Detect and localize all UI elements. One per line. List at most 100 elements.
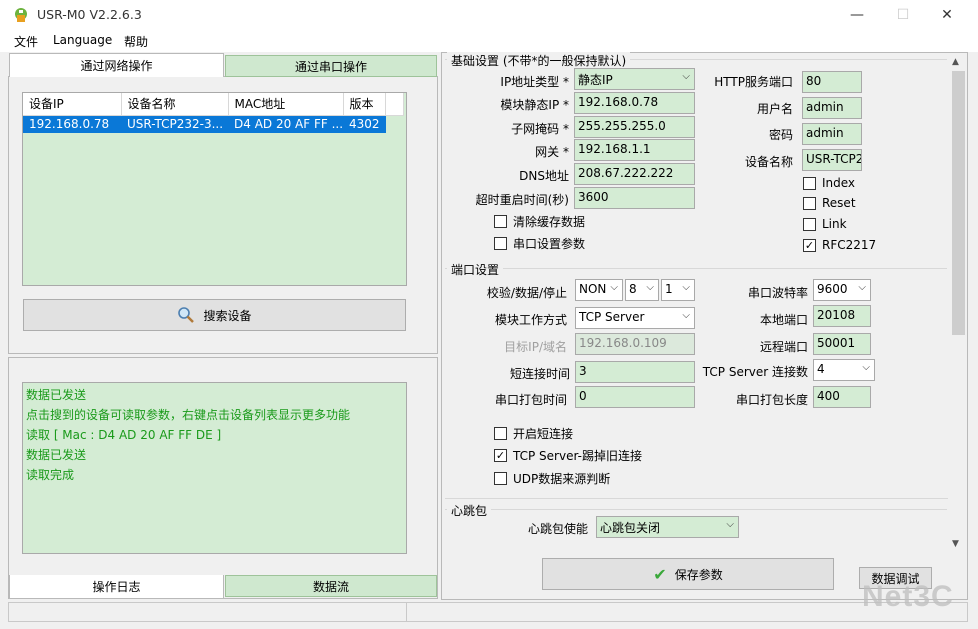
stop-bits-select[interactable]: 1 ⌵ bbox=[661, 279, 695, 301]
connection-count-value: 4 bbox=[817, 362, 825, 376]
link-checkbox[interactable]: Link bbox=[803, 217, 847, 231]
scroll-down-icon[interactable]: ▼ bbox=[952, 539, 959, 549]
menu-file[interactable]: 文件 bbox=[14, 33, 38, 50]
chevron-down-icon: ⌵ bbox=[610, 282, 618, 293]
rfc2217-label: RFC2217 bbox=[822, 238, 877, 252]
short-conn-time-field[interactable]: 3 bbox=[575, 361, 695, 383]
table-cell: 4302 bbox=[343, 115, 386, 133]
minimize-button[interactable]: — bbox=[834, 0, 880, 30]
checkbox-box bbox=[803, 217, 816, 231]
pack-time-label: 串口打包时间 bbox=[494, 393, 567, 407]
column-header[interactable]: MAC地址 bbox=[228, 93, 344, 116]
close-button[interactable]: ✕ bbox=[924, 0, 970, 30]
settings-scrollbar[interactable]: ▲ ▼ bbox=[950, 55, 967, 551]
pack-time-field[interactable]: 0 bbox=[575, 386, 695, 408]
username-label: 用户名 bbox=[756, 102, 793, 116]
table-cell: USR-TCP232-3... bbox=[121, 115, 228, 133]
username-field[interactable]: admin bbox=[802, 97, 862, 119]
tab-data-stream[interactable]: 数据流 bbox=[225, 575, 437, 597]
tab-network[interactable]: 通过网络操作 bbox=[9, 53, 224, 77]
baud-rate-label: 串口波特率 bbox=[747, 286, 808, 300]
scroll-thumb[interactable] bbox=[952, 71, 965, 335]
kick-old-connection-label: TCP Server-踢掉旧连接 bbox=[513, 449, 642, 463]
remote-port-label: 远程端口 bbox=[759, 340, 808, 354]
udp-source-checkbox[interactable]: UDP数据来源判断 bbox=[494, 470, 610, 487]
subnet-mask-field[interactable]: 255.255.255.0 bbox=[574, 116, 695, 138]
device-list[interactable]: 设备IP 设备名称 MAC地址 版本 192.168.0.78 USR-TCP2… bbox=[22, 92, 407, 286]
kick-old-connection-checkbox[interactable]: ✓ TCP Server-踢掉旧连接 bbox=[494, 447, 642, 464]
column-header[interactable]: 版本 bbox=[343, 93, 387, 116]
static-ip-field[interactable]: 192.168.0.78 bbox=[574, 92, 695, 114]
status-divider bbox=[406, 603, 407, 621]
status-bar bbox=[8, 602, 968, 622]
restart-timeout-field[interactable]: 3600 bbox=[574, 187, 695, 209]
parity-value: NON bbox=[579, 282, 607, 296]
work-mode-label: 模块工作方式 bbox=[494, 313, 567, 327]
subnet-mask-label: 子网掩码 * bbox=[511, 122, 569, 136]
parity-select[interactable]: NON ⌵ bbox=[575, 279, 623, 301]
search-icon bbox=[178, 307, 195, 323]
rfc2217-checkbox[interactable]: ✓ RFC2217 bbox=[803, 238, 876, 252]
save-params-button[interactable]: ✔ 保存参数 bbox=[542, 558, 834, 590]
clear-cache-checkbox[interactable]: 清除缓存数据 bbox=[494, 213, 585, 230]
checkmark-icon: ✔ bbox=[653, 564, 667, 584]
checkbox-box bbox=[494, 215, 507, 228]
checkbox-box bbox=[494, 427, 507, 440]
search-devices-button[interactable]: 搜索设备 bbox=[23, 299, 406, 331]
serial-params-checkbox[interactable]: 串口设置参数 bbox=[494, 235, 585, 252]
index-checkbox[interactable]: Index bbox=[803, 176, 855, 190]
work-mode-select[interactable]: TCP Server ⌵ bbox=[575, 307, 695, 329]
remote-port-field[interactable]: 50001 bbox=[813, 333, 871, 355]
gateway-label: 网关 * bbox=[535, 145, 569, 159]
pack-length-field[interactable]: 400 bbox=[813, 386, 871, 408]
serial-params-label: 串口设置参数 bbox=[513, 237, 586, 251]
chevron-down-icon: ⌵ bbox=[862, 362, 870, 373]
reset-checkbox[interactable]: Reset bbox=[803, 196, 856, 210]
password-label: 密码 bbox=[768, 128, 793, 142]
dns-label: DNS地址 bbox=[519, 169, 569, 183]
chevron-down-icon: ⌵ bbox=[682, 282, 690, 293]
clear-cache-label: 清除缓存数据 bbox=[513, 215, 586, 229]
connection-count-select[interactable]: 4 ⌵ bbox=[813, 359, 875, 381]
ip-type-select[interactable]: 静态IP ⌵ bbox=[574, 68, 695, 90]
maximize-button[interactable]: ☐ bbox=[880, 0, 926, 30]
table-row[interactable]: 192.168.0.78 USR-TCP232-3... D4 AD 20 AF… bbox=[23, 115, 404, 133]
static-ip-label: 模块静态IP * bbox=[500, 98, 569, 112]
menu-language[interactable]: Language bbox=[53, 33, 112, 47]
column-header-filler bbox=[385, 93, 405, 116]
table-cell: 192.168.0.78 bbox=[23, 115, 121, 133]
checkbox-box bbox=[494, 237, 507, 250]
group-line bbox=[445, 498, 948, 499]
heartbeat-enable-select[interactable]: 心跳包关闭 ⌵ bbox=[596, 516, 739, 538]
short-connection-checkbox[interactable]: 开启短连接 bbox=[494, 425, 573, 442]
restart-timeout-label: 超时重启时间(秒) bbox=[475, 193, 569, 207]
chevron-down-icon: ⌵ bbox=[682, 310, 690, 321]
column-header[interactable]: 设备名称 bbox=[121, 93, 229, 116]
device-name-field[interactable]: USR-TCP2 bbox=[802, 149, 862, 171]
scroll-up-icon[interactable]: ▲ bbox=[952, 57, 959, 67]
checkmark-icon: ✓ bbox=[803, 238, 816, 252]
local-port-field[interactable]: 20108 bbox=[813, 305, 871, 327]
heartbeat-enable-value: 心跳包关闭 bbox=[600, 521, 661, 535]
title-bar bbox=[0, 0, 978, 30]
http-port-field[interactable]: 80 bbox=[802, 71, 862, 93]
parity-label: 校验/数据/停止 bbox=[486, 286, 567, 300]
ip-type-label: IP地址类型 * bbox=[500, 75, 569, 89]
baud-rate-select[interactable]: 9600 ⌵ bbox=[813, 279, 871, 301]
gateway-field[interactable]: 192.168.1.1 bbox=[574, 139, 695, 161]
chevron-down-icon: ⌵ bbox=[682, 71, 690, 82]
log-line: 读取完成 bbox=[26, 468, 75, 482]
pack-length-label: 串口打包长度 bbox=[735, 393, 808, 407]
target-ip-field[interactable]: 192.168.0.109 bbox=[575, 333, 695, 355]
log-area[interactable]: 数据已发送 点击搜到的设备可读取参数，右键点击设备列表显示更多功能 读取 [ M… bbox=[22, 382, 407, 554]
device-table[interactable]: 设备IP 设备名称 MAC地址 版本 192.168.0.78 USR-TCP2… bbox=[23, 93, 405, 133]
data-bits-select[interactable]: 8 ⌵ bbox=[625, 279, 659, 301]
checkbox-box bbox=[803, 176, 816, 190]
password-field[interactable]: admin bbox=[802, 123, 862, 145]
menu-help[interactable]: 帮助 bbox=[124, 33, 148, 50]
dns-field[interactable]: 208.67.222.222 bbox=[574, 163, 695, 185]
column-header[interactable]: 设备IP bbox=[23, 93, 122, 116]
tab-operation-log[interactable]: 操作日志 bbox=[9, 575, 224, 599]
log-line: 数据已发送 bbox=[26, 388, 87, 402]
tab-serial[interactable]: 通过串口操作 bbox=[225, 55, 437, 77]
